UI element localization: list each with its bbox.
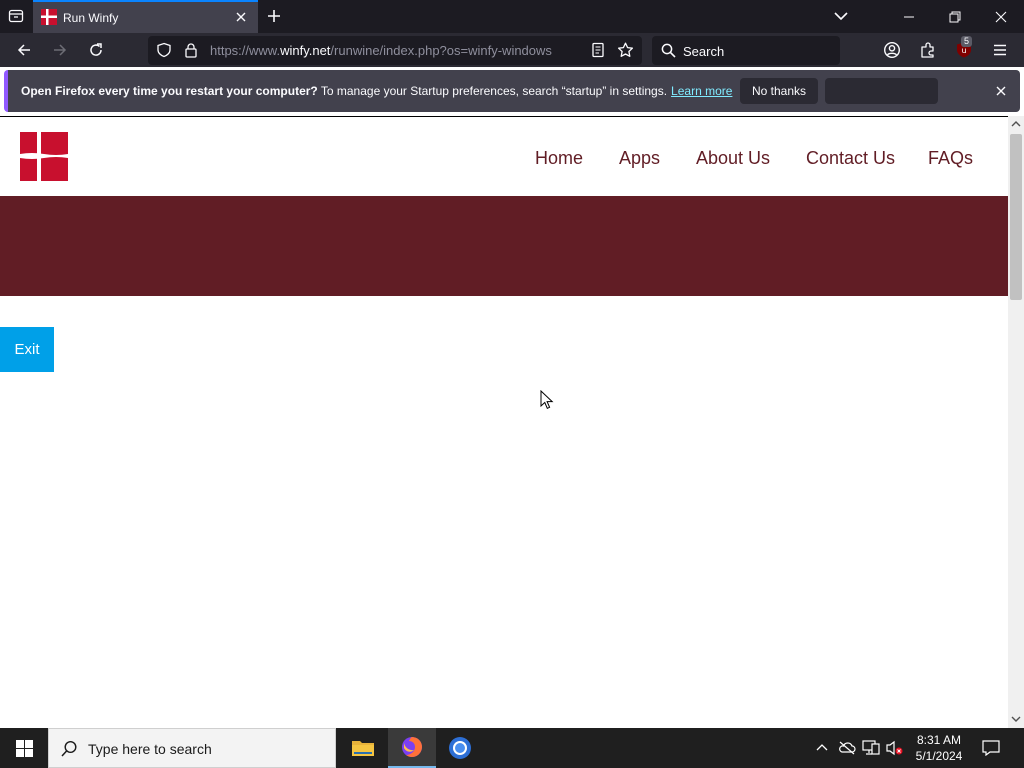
mouse-cursor-icon bbox=[540, 390, 554, 410]
tab-close-icon[interactable] bbox=[233, 9, 249, 25]
firefox-taskbar-icon[interactable] bbox=[388, 728, 436, 768]
no-thanks-button[interactable]: No thanks bbox=[740, 78, 818, 104]
back-arrow-icon[interactable] bbox=[12, 38, 36, 62]
taskbar-search-placeholder: Type here to search bbox=[88, 741, 212, 757]
reload-icon[interactable] bbox=[84, 38, 108, 62]
winfy-logo[interactable] bbox=[20, 132, 68, 181]
page-scrollbar[interactable] bbox=[1008, 116, 1024, 728]
exit-button[interactable]: Exit bbox=[0, 327, 54, 372]
scrollbar-thumb[interactable] bbox=[1010, 134, 1022, 300]
taskbar-clock[interactable]: 8:31 AM 5/1/2024 bbox=[907, 732, 971, 764]
network-icon[interactable] bbox=[862, 740, 880, 756]
windows-taskbar: Type here to search 8:31 AM 5/1/2024 bbox=[0, 728, 1024, 768]
notification-secondary-button[interactable] bbox=[825, 78, 938, 104]
notification-bold-text: Open Firefox every time you restart your… bbox=[21, 84, 318, 98]
lock-icon[interactable] bbox=[184, 42, 198, 58]
learn-more-link[interactable]: Learn more bbox=[671, 84, 732, 98]
nav-link-faqs[interactable]: FAQs bbox=[928, 148, 973, 169]
forward-arrow-icon[interactable] bbox=[48, 38, 72, 62]
notification-message: Open Firefox every time you restart your… bbox=[21, 84, 732, 98]
tracking-protection-shield-icon[interactable] bbox=[156, 42, 172, 58]
tab-strip: Run Winfy bbox=[0, 0, 1024, 33]
hamburger-menu-icon[interactable] bbox=[988, 38, 1012, 62]
chrome-taskbar-icon[interactable] bbox=[436, 728, 484, 768]
scroll-down-arrow-icon[interactable] bbox=[1011, 715, 1021, 723]
minimize-window-icon[interactable] bbox=[886, 0, 932, 33]
hero-banner bbox=[0, 196, 1008, 296]
tab-title: Run Winfy bbox=[63, 11, 119, 25]
show-hidden-icons-chevron-icon[interactable] bbox=[815, 741, 829, 755]
bookmark-star-icon[interactable] bbox=[617, 42, 634, 58]
tab-run-winfy[interactable]: Run Winfy bbox=[33, 0, 258, 33]
volume-muted-icon[interactable] bbox=[886, 740, 904, 756]
list-all-tabs-chevron-icon[interactable] bbox=[832, 7, 850, 25]
page-viewport: Home Apps About Us Contact Us FAQs Exit bbox=[0, 116, 1008, 728]
reader-view-icon[interactable] bbox=[590, 42, 606, 58]
notification-center-icon[interactable] bbox=[982, 740, 1000, 756]
close-window-icon[interactable] bbox=[978, 0, 1024, 33]
url-bar[interactable]: https://www.winfy.net/runwine/index.php?… bbox=[148, 36, 642, 65]
clock-date: 5/1/2024 bbox=[915, 749, 963, 763]
svg-text:u: u bbox=[961, 46, 966, 55]
new-tab-plus-icon[interactable] bbox=[264, 6, 284, 26]
firefox-view-icon[interactable] bbox=[4, 4, 28, 28]
navigation-toolbar: https://www.winfy.net/runwine/index.php?… bbox=[0, 33, 1024, 67]
search-bar[interactable]: Search bbox=[652, 36, 840, 65]
account-icon[interactable] bbox=[880, 38, 904, 62]
extensions-puzzle-icon[interactable] bbox=[916, 38, 940, 62]
startup-notification-bar: Open Firefox every time you restart your… bbox=[4, 70, 1020, 112]
taskbar-search-box[interactable]: Type here to search bbox=[48, 728, 336, 768]
search-placeholder: Search bbox=[683, 44, 725, 59]
scroll-up-arrow-icon[interactable] bbox=[1011, 120, 1021, 128]
restore-window-icon[interactable] bbox=[932, 0, 978, 33]
nav-link-about-us[interactable]: About Us bbox=[696, 148, 770, 169]
nav-link-contact-us[interactable]: Contact Us bbox=[806, 148, 895, 169]
windows-start-icon[interactable] bbox=[0, 728, 48, 768]
notification-body-text: To manage your Startup preferences, sear… bbox=[317, 84, 668, 98]
winfy-favicon-icon bbox=[41, 9, 57, 25]
notification-close-icon[interactable] bbox=[994, 84, 1008, 98]
onedrive-cloud-icon[interactable] bbox=[838, 741, 856, 755]
nav-link-apps[interactable]: Apps bbox=[619, 148, 660, 169]
nav-link-home[interactable]: Home bbox=[535, 148, 583, 169]
extension-count-badge: 5 bbox=[961, 36, 973, 47]
clock-time: 8:31 AM bbox=[916, 733, 962, 747]
search-icon bbox=[661, 43, 676, 58]
taskbar-search-icon bbox=[60, 740, 78, 758]
url-text: https://www.winfy.net/runwine/index.php?… bbox=[210, 43, 552, 58]
file-explorer-icon[interactable] bbox=[339, 728, 387, 768]
